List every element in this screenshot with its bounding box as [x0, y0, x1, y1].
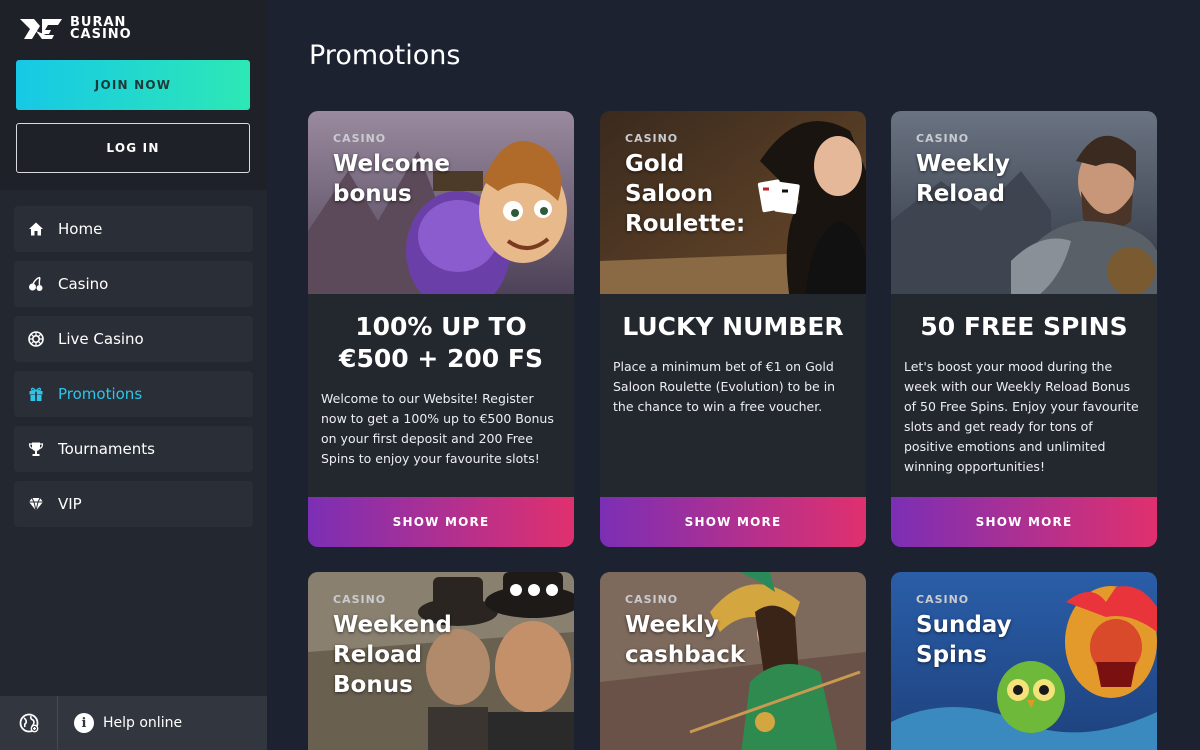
promo-description: Place a minimum bet of €1 on Gold Saloon…	[613, 359, 836, 414]
logo-line-2: CASINO	[70, 27, 132, 42]
gift-icon	[28, 386, 44, 402]
promo-title: Welcome bonus	[333, 151, 451, 207]
sidebar-item-promotions[interactable]: Promotions	[14, 371, 253, 417]
globe-icon	[19, 713, 38, 733]
sidebar-item-label: Home	[58, 220, 103, 238]
sidebar-item-label: Promotions	[58, 385, 143, 403]
promo-category: CASINO	[625, 593, 679, 606]
diamond-icon	[28, 496, 44, 512]
help-online-label: Help online	[103, 715, 183, 731]
sidebar-item-label: Tournaments	[58, 440, 155, 458]
promo-headline: LUCKY NUMBER	[622, 312, 844, 341]
promo-banner-image: CASINO Gold Saloon Roulette:	[600, 111, 866, 294]
promo-banner-image: CASINO Welcome bonus	[308, 111, 574, 294]
show-more-button[interactable]: SHOW MORE	[891, 497, 1157, 547]
promo-card-weekly-cashback[interactable]: CASINO Weekly cashback	[600, 572, 866, 750]
cherries-icon	[28, 276, 44, 292]
promo-title: Gold Saloon Roulette:	[625, 151, 746, 237]
promo-banner-image: CASINO Sunday Spins	[891, 572, 1157, 750]
promo-title: Weekend Reload Bonus	[333, 612, 452, 698]
promo-title: Sunday Spins	[916, 612, 1012, 668]
promo-category: CASINO	[916, 132, 970, 145]
sidebar-item-live-casino[interactable]: Live Casino	[14, 316, 253, 362]
show-more-button[interactable]: SHOW MORE	[600, 497, 866, 547]
sidebar-header: BURAN CASINO JOIN NOW LOG IN	[0, 0, 267, 190]
sidebar-item-vip[interactable]: VIP	[14, 481, 253, 527]
promo-card-weekly-reload[interactable]: CASINO Weekly Reload 50 FREE SPINS Let's…	[891, 111, 1157, 547]
promo-title: Weekly cashback	[625, 612, 746, 668]
promo-category: CASINO	[625, 132, 679, 145]
sidebar-item-label: Casino	[58, 275, 109, 293]
promo-category: CASINO	[333, 132, 387, 145]
logo-mark-icon	[20, 19, 62, 39]
promo-category: CASINO	[333, 593, 387, 606]
logo[interactable]: BURAN CASINO	[18, 14, 251, 44]
page-title: Promotions	[309, 40, 461, 71]
sidebar-item-label: Live Casino	[58, 330, 144, 348]
home-icon	[28, 221, 44, 237]
sidebar-footer: i Help online	[0, 696, 267, 750]
promo-description: Let's boost your mood during the week wi…	[904, 359, 1139, 474]
promo-category: CASINO	[916, 593, 970, 606]
promo-card-gold-saloon-roulette[interactable]: CASINO Gold Saloon Roulette: LUCKY NUMBE…	[600, 111, 866, 547]
promo-banner-image: CASINO Weekend Reload Bonus	[308, 572, 574, 750]
main-content: Promotions CASINO Welcome bonus 100% UP …	[267, 0, 1200, 750]
sidebar-item-label: VIP	[58, 495, 82, 513]
main-nav: Home Casino Live Casino Promotions Tourn…	[0, 190, 267, 527]
help-online-link[interactable]: i Help online	[74, 713, 182, 733]
sidebar-item-home[interactable]: Home	[14, 206, 253, 252]
log-in-button[interactable]: LOG IN	[16, 123, 250, 173]
promo-headline: 100% UP TO €500 + 200 FS	[339, 312, 543, 373]
promo-banner-image: CASINO Weekly Reload	[891, 111, 1157, 294]
promo-headline: 50 FREE SPINS	[920, 312, 1128, 341]
info-icon: i	[74, 713, 94, 733]
promo-title: Weekly Reload	[916, 151, 1010, 207]
sidebar-item-casino[interactable]: Casino	[14, 261, 253, 307]
promo-banner-image: CASINO Weekly cashback	[600, 572, 866, 750]
promo-description: Welcome to our Website! Register now to …	[321, 391, 554, 466]
sidebar-item-tournaments[interactable]: Tournaments	[14, 426, 253, 472]
promo-card-sunday-spins[interactable]: CASINO Sunday Spins	[891, 572, 1157, 750]
logo-text: BURAN CASINO	[70, 16, 132, 42]
join-now-button[interactable]: JOIN NOW	[16, 60, 250, 110]
sidebar: BURAN CASINO JOIN NOW LOG IN Home Casino…	[0, 0, 267, 750]
promo-card-welcome-bonus[interactable]: CASINO Welcome bonus 100% UP TO €500 + 2…	[308, 111, 574, 547]
roulette-icon	[28, 331, 44, 347]
show-more-button[interactable]: SHOW MORE	[308, 497, 574, 547]
trophy-icon	[28, 441, 44, 457]
language-button[interactable]	[0, 696, 58, 750]
promo-card-weekend-reload-bonus[interactable]: CASINO Weekend Reload Bonus	[308, 572, 574, 750]
